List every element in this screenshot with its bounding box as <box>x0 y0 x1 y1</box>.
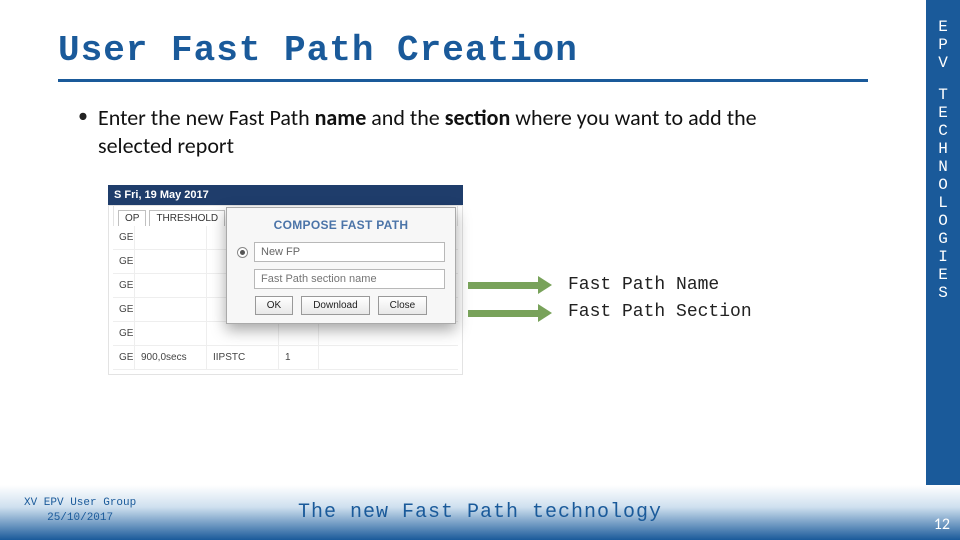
cell: 900,0secs <box>135 346 207 369</box>
sidebar-brand: E P V T E C H N O L O G I E S <box>926 0 960 485</box>
cell: IIPSTC <box>207 346 279 369</box>
arrow-icon <box>468 276 552 294</box>
bullet-b2: section <box>445 104 511 131</box>
cell <box>135 274 207 297</box>
dialog-title: COMPOSE FAST PATH <box>237 218 445 232</box>
arrow-icon <box>468 304 552 322</box>
date-bar: S Fri, 19 May 2017 <box>108 185 463 205</box>
cell <box>279 322 319 345</box>
name-row <box>237 242 445 262</box>
footer-center: The new Fast Path technology <box>0 501 960 524</box>
cell <box>135 322 207 345</box>
footer: XV EPV User Group 25/10/2017 The new Fas… <box>0 485 960 540</box>
ok-button[interactable]: OK <box>255 296 293 315</box>
brand-ch: I <box>938 248 948 266</box>
brand-ch: V <box>938 54 948 72</box>
brand-ch: O <box>938 212 948 230</box>
bullet-b1: name <box>315 104 367 131</box>
cell: GE <box>113 322 135 345</box>
label-section: Fast Path Section <box>568 299 752 326</box>
compose-fast-path-dialog: COMPOSE FAST PATH OK Download Close <box>226 207 456 324</box>
cell: 1 <box>279 346 319 369</box>
download-button[interactable]: Download <box>301 296 369 315</box>
bullet-dot: • <box>78 104 88 159</box>
brand-ch: H <box>938 140 948 158</box>
brand-ch: N <box>938 158 948 176</box>
brand-ch: T <box>938 86 948 104</box>
radio-selected-icon[interactable] <box>237 247 248 258</box>
brand-ch: C <box>938 122 948 140</box>
bullet-text: Enter the new Fast Path name and the sec… <box>98 104 830 159</box>
brand-ch: E <box>938 104 948 122</box>
cell <box>207 322 279 345</box>
brand-ch: O <box>938 176 948 194</box>
dialog-buttons: OK Download Close <box>237 296 445 315</box>
brand-ch: S <box>938 284 948 302</box>
bullet-item: • Enter the new Fast Path name and the s… <box>0 82 830 159</box>
label-name: Fast Path Name <box>568 272 752 299</box>
bullet-pre: Enter the new Fast Path <box>98 104 315 131</box>
cell: GE <box>113 346 135 369</box>
cell: GE <box>113 298 135 321</box>
cell: GE <box>113 226 135 249</box>
page-number: 12 <box>934 515 950 534</box>
tab-op[interactable]: OP <box>118 210 146 226</box>
brand-ch: E <box>938 18 948 36</box>
page-title: User Fast Path Creation <box>0 0 960 79</box>
arrow-group <box>468 276 552 332</box>
arrow-labels: Fast Path Name Fast Path Section <box>568 272 752 326</box>
cell <box>135 250 207 273</box>
table-row: GE <box>113 322 458 346</box>
bullet-mid: and the <box>366 104 444 131</box>
close-button[interactable]: Close <box>378 296 428 315</box>
brand-ch: E <box>938 266 948 284</box>
section-row <box>237 269 445 289</box>
cell: GE <box>113 274 135 297</box>
table-row: GE900,0secsIIPSTC1 <box>113 346 458 370</box>
brand-ch: L <box>938 194 948 212</box>
tab-threshold[interactable]: THRESHOLD <box>149 210 225 226</box>
fastpath-section-input[interactable] <box>254 269 445 289</box>
brand-ch: G <box>938 230 948 248</box>
fastpath-name-input[interactable] <box>254 242 445 262</box>
cell: GE <box>113 250 135 273</box>
cell <box>135 298 207 321</box>
brand-ch: P <box>938 36 948 54</box>
cell <box>135 226 207 249</box>
